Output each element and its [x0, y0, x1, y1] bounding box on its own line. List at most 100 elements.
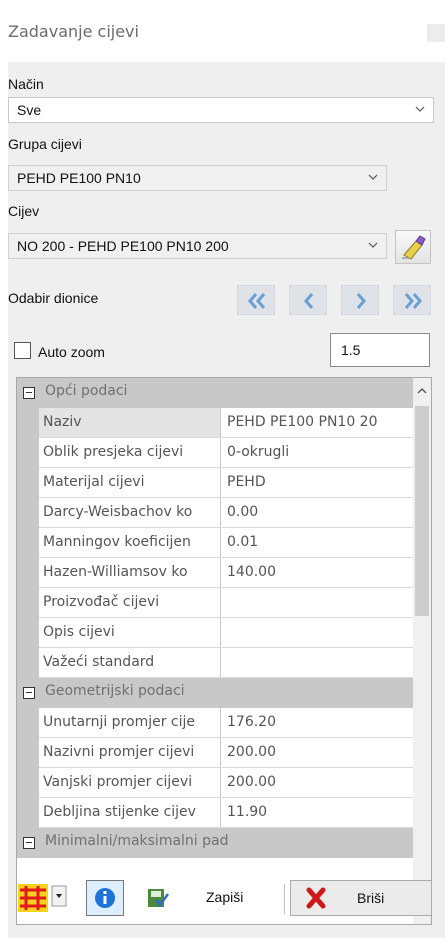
zoom-factor-value: 1.5	[341, 342, 361, 358]
property-name: Unutarnji promjer cije	[39, 708, 221, 738]
delete-button[interactable]: Briši	[290, 880, 432, 916]
row-gutter	[17, 618, 39, 648]
collapse-minus-icon[interactable]	[23, 387, 35, 399]
property-name: Vanjski promjer cijevi	[39, 768, 221, 798]
delete-x-icon	[306, 887, 326, 909]
category-row[interactable]: Geometrijski podaci	[17, 678, 413, 708]
mode-select[interactable]: Sve	[8, 97, 434, 123]
chevron-down-icon	[415, 106, 425, 112]
property-value[interactable]: 0.01	[222, 528, 413, 558]
mode-label: Način	[8, 76, 44, 92]
property-row[interactable]: Važeći standard	[17, 648, 413, 678]
double-chevron-right-icon	[404, 293, 422, 309]
property-name: Naziv	[39, 408, 221, 438]
property-value[interactable]: PEHD PE100 PN10 20	[222, 408, 413, 438]
auto-zoom-checkbox[interactable]	[14, 342, 31, 359]
row-gutter	[17, 408, 39, 438]
info-button[interactable]	[86, 880, 124, 916]
property-value[interactable]: 0.00	[222, 498, 413, 528]
chevron-down-icon	[368, 174, 378, 180]
vertical-scrollbar[interactable]	[413, 378, 431, 924]
row-gutter	[17, 438, 39, 468]
pipe-symbol-icon	[18, 884, 67, 912]
property-row[interactable]: Hazen-Williamsov ko 140.00	[17, 558, 413, 588]
pipe-group-label: Grupa cijevi	[8, 136, 82, 152]
collapse-minus-icon[interactable]	[23, 837, 35, 849]
property-row[interactable]: Manningov koeficijen 0.01	[17, 528, 413, 558]
category-label: Minimalni/maksimalni pad	[45, 833, 229, 849]
row-gutter	[17, 558, 39, 588]
delete-label: Briši	[357, 890, 385, 906]
property-row[interactable]: Unutarnji promjer cije 176.20	[17, 708, 413, 738]
scrollbar-thumb[interactable]	[415, 406, 429, 616]
property-row[interactable]: Oblik presjeka cijevi 0-okrugli	[17, 438, 413, 468]
auto-zoom-label: Auto zoom	[38, 344, 105, 360]
property-name: Oblik presjeka cijevi	[39, 438, 221, 468]
previous-section-button[interactable]	[289, 285, 327, 315]
property-value[interactable]	[222, 588, 413, 618]
row-gutter	[17, 708, 39, 738]
double-chevron-left-icon	[248, 293, 266, 309]
property-value[interactable]: 176.20	[222, 708, 413, 738]
chevron-down-icon	[368, 242, 378, 248]
property-name: Važeći standard	[39, 648, 221, 678]
scroll-up-icon[interactable]	[417, 386, 427, 396]
chevron-left-icon	[304, 293, 314, 309]
pipe-value: NO 200 - PEHD PE100 PN10 200	[17, 238, 229, 254]
category-row[interactable]: Opći podaci	[17, 378, 413, 408]
property-row[interactable]: Nazivni promjer cijevi 200.00	[17, 738, 413, 768]
close-button[interactable]	[427, 24, 445, 42]
property-row[interactable]: Materijal cijevi PEHD	[17, 468, 413, 498]
eraser-icon	[402, 235, 426, 260]
property-name: Darcy-Weisbachov ko	[39, 498, 221, 528]
row-gutter	[17, 768, 39, 798]
property-row[interactable]: Proizvođač cijevi	[17, 588, 413, 618]
save-icon	[148, 889, 170, 908]
save-label: Zapiši	[206, 889, 244, 905]
property-value[interactable]: 0-okrugli	[222, 438, 413, 468]
property-value[interactable]: 200.00	[222, 768, 413, 798]
property-value[interactable]	[222, 648, 413, 678]
row-gutter	[17, 738, 39, 768]
row-gutter	[17, 498, 39, 528]
mode-value: Sve	[17, 102, 42, 118]
property-value[interactable]: 140.00	[222, 558, 413, 588]
property-grid-rows: Opći podaci Naziv PEHD PE100 PN10 20 Oblik …	[17, 378, 413, 924]
save-button[interactable]: Zapiši	[136, 880, 280, 916]
first-section-button[interactable]	[237, 285, 275, 315]
window-title: Zadavanje cijevi	[8, 22, 139, 41]
section-label: Odabir dionice	[8, 290, 99, 306]
property-grid: Opći podaci Naziv PEHD PE100 PN10 20 Oblik …	[16, 377, 432, 925]
info-icon	[95, 888, 115, 908]
property-row[interactable]: Darcy-Weisbachov ko 0.00	[17, 498, 413, 528]
row-gutter	[17, 798, 39, 828]
row-gutter	[17, 648, 39, 678]
property-row[interactable]: Debljina stijenke cijev 11.90	[17, 798, 413, 828]
chevron-right-icon	[356, 293, 366, 309]
property-name: Opis cijevi	[39, 618, 221, 648]
property-value[interactable]: PEHD	[222, 468, 413, 498]
symbols-dropdown-button[interactable]	[16, 880, 70, 916]
pipe-label: Cijev	[8, 203, 40, 219]
collapse-minus-icon[interactable]	[23, 687, 35, 699]
last-section-button[interactable]	[393, 285, 431, 315]
next-section-button[interactable]	[341, 285, 379, 315]
property-name: Hazen-Williamsov ko	[39, 558, 221, 588]
property-name: Nazivni promjer cijevi	[39, 738, 221, 768]
property-value[interactable]	[222, 618, 413, 648]
property-name: Manningov koeficijen	[39, 528, 221, 558]
pipe-select[interactable]: NO 200 - PEHD PE100 PN10 200	[8, 233, 387, 259]
category-row[interactable]: Minimalni/maksimalni pad	[17, 828, 413, 858]
property-value[interactable]: 11.90	[222, 798, 413, 828]
row-gutter	[17, 588, 39, 618]
row-gutter	[17, 468, 39, 498]
property-row[interactable]: Opis cijevi	[17, 618, 413, 648]
pipe-group-select[interactable]: PEHD PE100 PN10	[8, 165, 387, 191]
property-row[interactable]: Vanjski promjer cijevi 200.00	[17, 768, 413, 798]
property-row[interactable]: Naziv PEHD PE100 PN10 20	[17, 408, 413, 438]
row-gutter	[17, 528, 39, 558]
property-value[interactable]: 200.00	[222, 738, 413, 768]
clear-filter-button[interactable]	[395, 230, 431, 264]
toolbar-separator	[284, 884, 285, 914]
zoom-factor-input[interactable]: 1.5	[330, 333, 430, 367]
